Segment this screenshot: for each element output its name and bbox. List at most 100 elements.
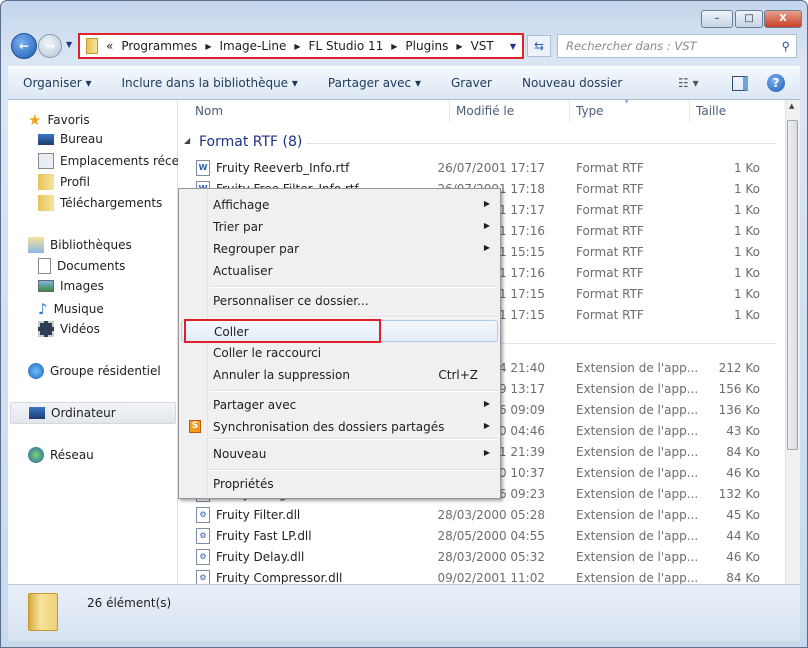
collapse-group-icon[interactable]: ◢ xyxy=(184,136,190,145)
menu-item-partager-avec[interactable]: Partager avec ▶ xyxy=(181,394,498,416)
file-modified: 28/05/2000 04:55 xyxy=(437,529,545,543)
burn-button[interactable]: Graver xyxy=(436,76,507,90)
menu-item-label: Nouveau xyxy=(213,447,267,461)
file-modified: 26/07/2001 17:17 xyxy=(437,161,545,175)
close-button[interactable]: X xyxy=(764,10,802,28)
libraries-icon xyxy=(28,237,44,253)
menu-item-annuler-la-suppression[interactable]: Annuler la suppression Ctrl+Z xyxy=(181,364,498,386)
menu-item-label: Annuler la suppression xyxy=(213,368,350,382)
scroll-up-icon[interactable]: ▲ xyxy=(789,102,794,110)
sidebar-item-homegroup[interactable]: Groupe résidentiel xyxy=(28,363,196,379)
menu-item-affichage[interactable]: Affichage ▶ xyxy=(181,194,498,216)
file-size: 43 Ko xyxy=(726,424,760,438)
menu-item-label: Personnaliser ce dossier... xyxy=(213,294,369,308)
column-header-modified[interactable]: Modifié le xyxy=(456,104,514,118)
breadcrumb-vst[interactable]: VST xyxy=(471,39,494,53)
menu-item-nouveau[interactable]: Nouveau ▶ xyxy=(181,443,498,465)
sidebar-label: Groupe résidentiel xyxy=(50,364,161,378)
sidebar-label: Bibliothèques xyxy=(50,238,132,252)
file-type: Extension de l'app... xyxy=(576,508,699,522)
organize-button[interactable]: Organiser ▾ xyxy=(8,76,106,90)
menu-item-regrouper-par[interactable]: Regrouper par ▶ xyxy=(181,238,498,260)
scrollbar-thumb[interactable] xyxy=(787,120,798,450)
breadcrumb-image-line[interactable]: Image-Line xyxy=(219,39,286,53)
sidebar-item-computer[interactable]: Ordinateur xyxy=(10,402,176,424)
menu-item-personnaliser-ce-dossier-[interactable]: Personnaliser ce dossier... xyxy=(181,290,498,312)
sync-icon: S xyxy=(189,420,201,433)
music-icon: ♪ xyxy=(38,300,48,318)
file-row[interactable]: W Fruity Reeverb_Info.rtf 26/07/2001 17:17… xyxy=(178,158,778,179)
search-icon: ⚲ xyxy=(781,39,790,53)
menu-item-label: Regrouper par xyxy=(213,242,300,256)
menu-item-coller-le-raccourci[interactable]: Coller le raccourci xyxy=(181,342,498,364)
back-button[interactable]: ← xyxy=(11,33,37,59)
breadcrumb-fl-studio[interactable]: FL Studio 11 xyxy=(309,39,384,53)
dll-file-icon: ⚙ xyxy=(196,528,210,544)
forward-button[interactable]: → xyxy=(38,34,62,58)
dll-file-icon: ⚙ xyxy=(196,549,210,565)
address-dropdown-icon[interactable]: ▼ xyxy=(510,42,516,51)
breadcrumb-plugins[interactable]: Plugins xyxy=(405,39,448,53)
menu-item-coller[interactable]: Coller xyxy=(181,319,498,343)
file-size: 1 Ko xyxy=(733,245,760,259)
file-size: 84 Ko xyxy=(726,571,760,584)
file-modified: 09/02/2001 11:02 xyxy=(437,571,545,584)
column-header-type[interactable]: Type xyxy=(576,104,604,118)
view-options-icon[interactable]: ☷ ▾ xyxy=(678,76,699,90)
chevron-right-icon[interactable]: ▶ xyxy=(294,42,300,51)
chevron-right-icon[interactable]: ▶ xyxy=(205,42,211,51)
minimize-button[interactable]: – xyxy=(701,10,733,28)
sidebar-item-favorites[interactable]: ★ Favoris xyxy=(28,111,196,129)
column-header-size[interactable]: Taille xyxy=(696,104,726,118)
file-size: 156 Ko xyxy=(718,382,760,396)
chevron-right-icon[interactable]: ▶ xyxy=(391,42,397,51)
menu-item-label: Actualiser xyxy=(213,264,273,278)
sidebar-label: Vidéos xyxy=(60,322,100,336)
recent-pages-dropdown[interactable]: ▼ xyxy=(66,40,72,49)
file-size: 1 Ko xyxy=(733,287,760,301)
sidebar-item-network[interactable]: Réseau xyxy=(28,447,196,463)
group-header-rtf[interactable]: Format RTF (8) xyxy=(199,134,302,150)
menu-item-synchronisation-des-dossiers-partag-s[interactable]: Synchronisation des dossiers partagés ▶ S xyxy=(181,416,498,438)
menu-separator xyxy=(209,316,497,318)
desktop-icon xyxy=(38,133,54,145)
include-library-button[interactable]: Inclure dans la bibliothèque ▾ xyxy=(106,76,312,90)
file-type: Format RTF xyxy=(576,266,644,280)
submenu-arrow-icon: ▶ xyxy=(483,243,490,252)
address-bar[interactable]: « Programmes ▶ Image-Line ▶ FL Studio 11 ▶ … xyxy=(78,33,524,59)
refresh-icon: ⇆ xyxy=(533,39,545,53)
folder-icon xyxy=(28,593,58,631)
chevron-right-icon[interactable]: ▶ xyxy=(456,42,462,51)
share-with-button[interactable]: Partager avec ▾ xyxy=(313,76,436,90)
file-size: 1 Ko xyxy=(733,308,760,322)
menu-item-actualiser[interactable]: Actualiser xyxy=(181,260,498,282)
file-row[interactable]: ⚙ Fruity Filter.dll 28/03/2000 05:28 Extens… xyxy=(178,505,778,526)
breadcrumb-programmes[interactable]: Programmes xyxy=(121,39,197,53)
file-type: Format RTF xyxy=(576,308,644,322)
help-icon[interactable]: ? xyxy=(767,74,785,92)
search-input[interactable]: Rechercher dans : VST ⚲ xyxy=(557,34,797,58)
new-folder-button[interactable]: Nouveau dossier xyxy=(507,76,637,90)
menu-item-trier-par[interactable]: Trier par ▶ xyxy=(181,216,498,238)
sidebar-label: Ordinateur xyxy=(51,406,116,420)
refresh-button[interactable]: ⇆ xyxy=(527,35,551,57)
submenu-arrow-icon: ▶ xyxy=(483,448,490,457)
file-size: 44 Ko xyxy=(726,529,760,543)
sidebar-label: Emplacements récents xyxy=(60,154,198,168)
submenu-arrow-icon: ▶ xyxy=(483,399,490,408)
column-header-name[interactable]: Nom xyxy=(195,104,223,118)
file-row[interactable]: ⚙ Fruity Compressor.dll 09/02/2001 11:02 Ex… xyxy=(178,568,778,584)
menu-separator xyxy=(209,390,497,392)
file-row[interactable]: ⚙ Fruity Fast LP.dll 28/05/2000 04:55 Exten… xyxy=(178,526,778,547)
maximize-button[interactable]: □ xyxy=(735,10,763,28)
preview-pane-icon[interactable] xyxy=(732,75,748,91)
file-row[interactable]: ⚙ Fruity Delay.dll 28/03/2000 05:32 Extensi… xyxy=(178,547,778,568)
sidebar-item-libraries[interactable]: Bibliothèques xyxy=(28,237,196,253)
sidebar-label: Téléchargements xyxy=(60,196,163,210)
breadcrumb-overflow[interactable]: « xyxy=(106,39,113,53)
file-size: 46 Ko xyxy=(726,550,760,564)
menu-item-propri-t-s[interactable]: Propriétés xyxy=(181,473,498,495)
file-type: Extension de l'app... xyxy=(576,466,699,480)
file-type: Format RTF xyxy=(576,245,644,259)
menu-separator xyxy=(209,286,497,288)
